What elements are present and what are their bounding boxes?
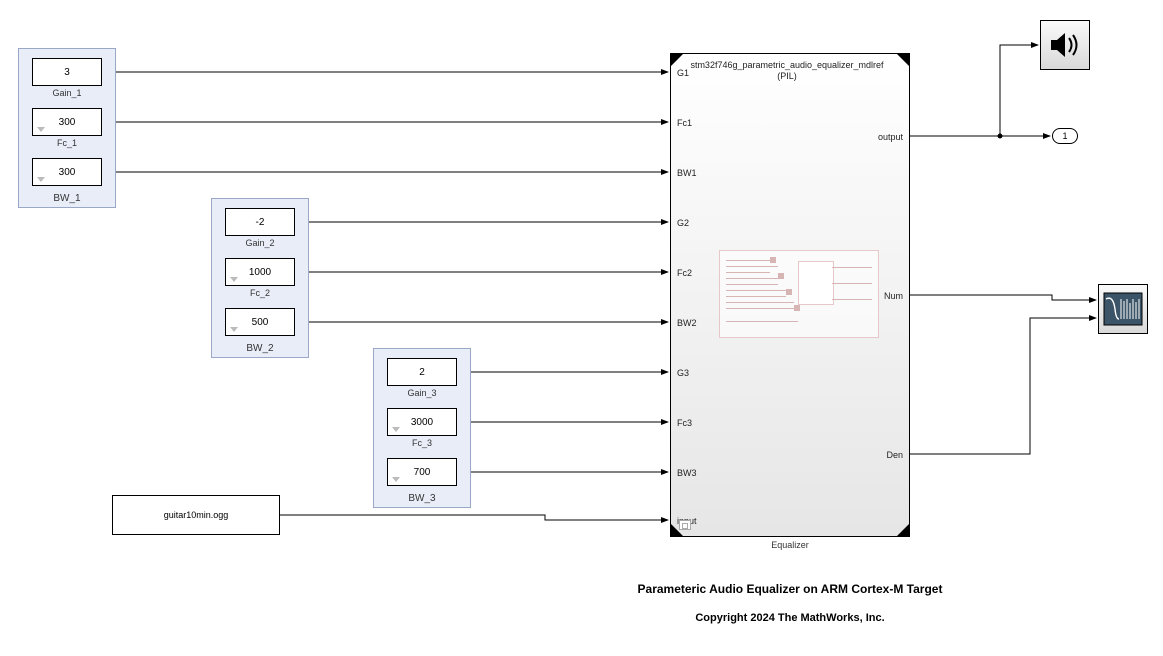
wire-layer	[0, 0, 1163, 656]
diagram-canvas: { "groups": { "g1": { "label": "BW_1", "…	[0, 0, 1163, 656]
port-g2: G2	[677, 218, 689, 228]
outport-1[interactable]: 1	[1052, 128, 1078, 144]
const-fc3[interactable]: 3000	[387, 408, 457, 436]
port-bw2: BW2	[677, 318, 697, 328]
group-bw3-label: BW_3	[374, 493, 470, 504]
from-multimedia-file-block[interactable]: guitar10min.ogg	[112, 495, 280, 535]
const-bw1-value: 300	[59, 167, 76, 178]
scope-icon	[1101, 287, 1145, 331]
const-fc3-value: 3000	[411, 417, 433, 428]
const-fc2-value: 1000	[249, 267, 271, 278]
const-gain1-value: 3	[64, 67, 70, 78]
const-gain1-label: Gain_1	[32, 88, 102, 98]
const-bw3-value: 700	[414, 467, 431, 478]
port-fc1: Fc1	[677, 118, 692, 128]
const-fc1-label: Fc_1	[32, 138, 102, 148]
const-fc2[interactable]: 1000	[225, 258, 295, 286]
equalizer-title: stm32f746g_parametric_audio_equalizer_md…	[671, 60, 903, 82]
port-bw3: BW3	[677, 468, 697, 478]
outport-1-value: 1	[1062, 131, 1067, 141]
const-gain3-value: 2	[419, 367, 425, 378]
group-bw1-label: BW_1	[19, 193, 115, 204]
speaker-icon	[1047, 27, 1083, 63]
diagram-copyright: Copyright 2024 The MathWorks, Inc.	[640, 612, 940, 624]
scope-block[interactable]	[1098, 284, 1148, 334]
const-bw2[interactable]: 500	[225, 308, 295, 336]
const-fc1-value: 300	[59, 117, 76, 128]
port-g3: G3	[677, 368, 689, 378]
equalizer-label: Equalizer	[670, 540, 910, 550]
port-g1: G1	[677, 68, 689, 78]
port-output: output	[878, 132, 903, 142]
port-num: Num	[884, 291, 903, 301]
diagram-title: Parameteric Audio Equalizer on ARM Corte…	[590, 582, 990, 596]
equalizer-block[interactable]: stm32f746g_parametric_audio_equalizer_md…	[670, 53, 910, 537]
audio-device-writer-block[interactable]	[1040, 20, 1090, 70]
const-gain3[interactable]: 2	[387, 358, 457, 386]
port-fc2: Fc2	[677, 268, 692, 278]
group-bw2-label: BW_2	[212, 343, 308, 354]
const-bw1[interactable]: 300	[32, 158, 102, 186]
const-bw3[interactable]: 700	[387, 458, 457, 486]
const-gain2-label: Gain_2	[225, 238, 295, 248]
from-multimedia-file-value: guitar10min.ogg	[164, 510, 229, 520]
const-gain1[interactable]: 3	[32, 58, 102, 86]
const-gain2-value: -2	[256, 217, 265, 228]
const-gain3-label: Gain_3	[387, 388, 457, 398]
const-fc2-label: Fc_2	[225, 288, 295, 298]
const-fc1[interactable]: 300	[32, 108, 102, 136]
const-bw2-value: 500	[252, 317, 269, 328]
port-bw1: BW1	[677, 168, 697, 178]
const-fc3-label: Fc_3	[387, 438, 457, 448]
port-fc3: Fc3	[677, 418, 692, 428]
equalizer-preview	[719, 250, 879, 338]
port-den: Den	[886, 450, 903, 460]
model-ref-badge-icon	[679, 520, 691, 530]
const-gain2[interactable]: -2	[225, 208, 295, 236]
